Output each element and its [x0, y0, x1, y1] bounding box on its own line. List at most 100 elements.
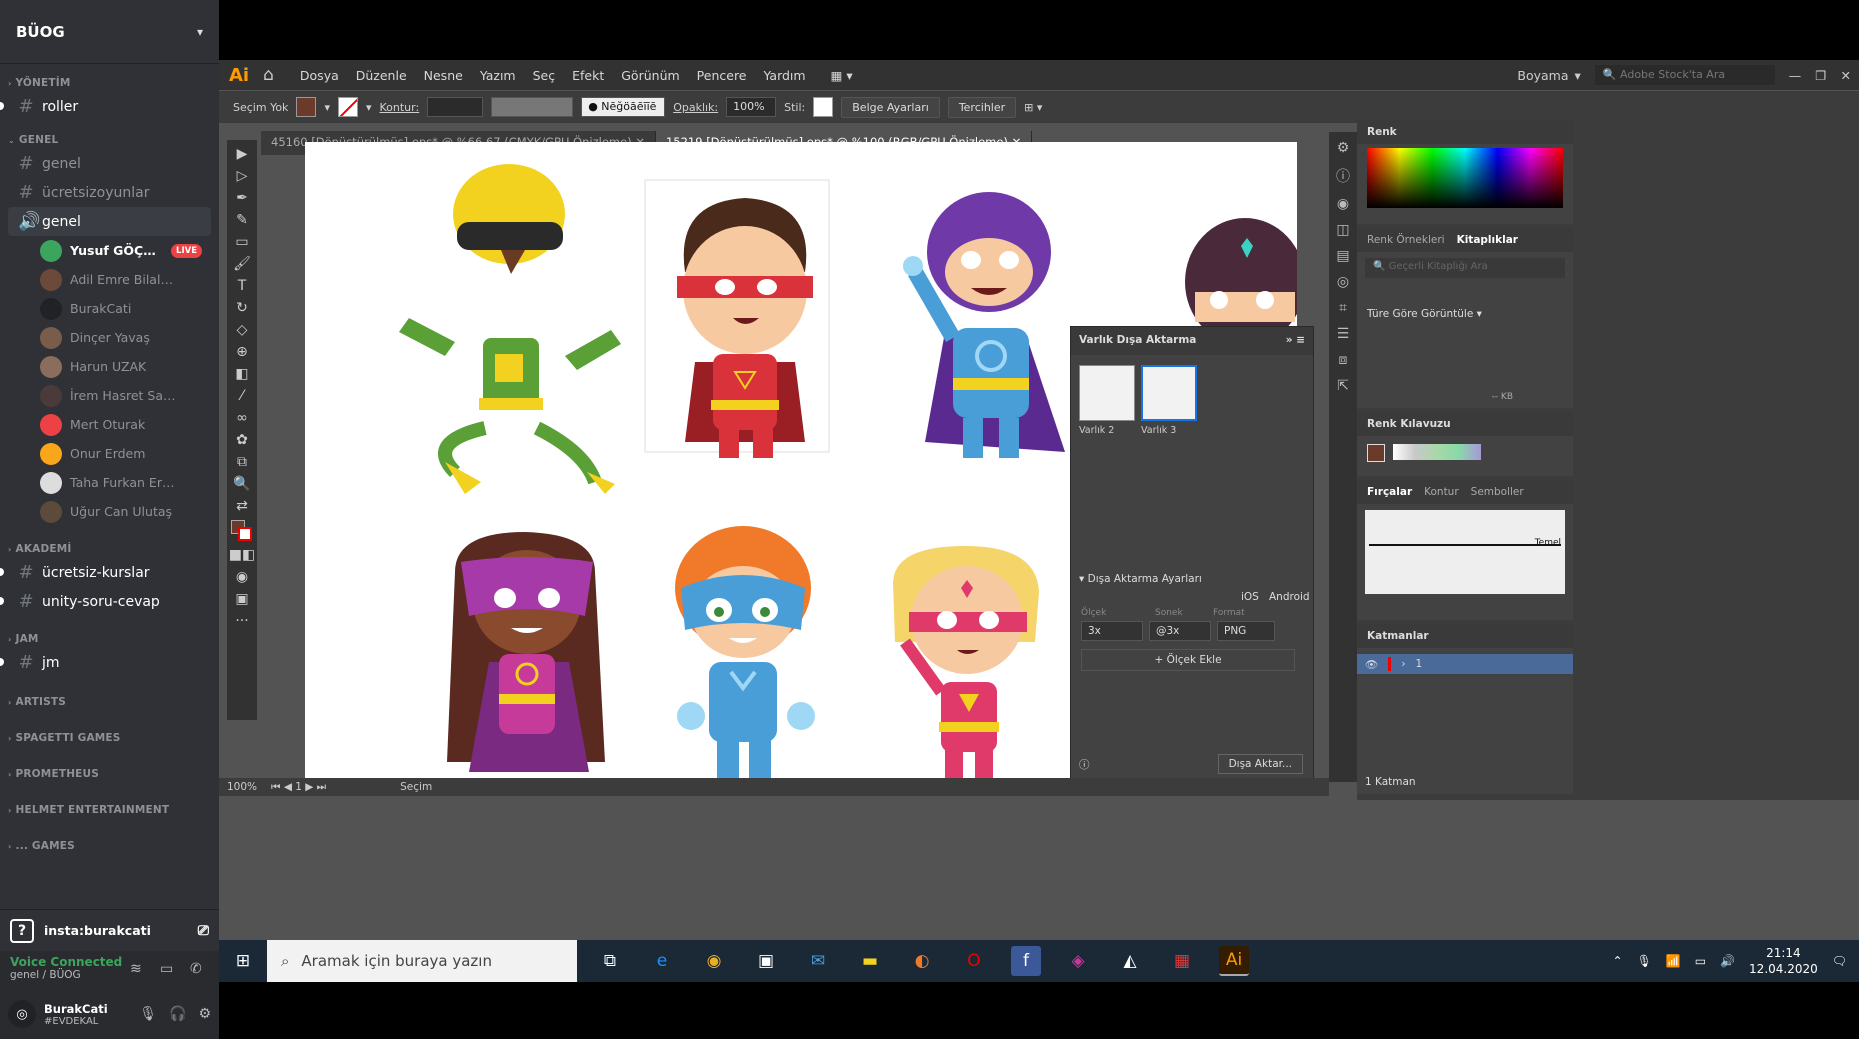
channel-ucretsizoyunlar[interactable]: # ücretsizoyunlar [8, 178, 211, 207]
info-icon[interactable]: ⓘ [1336, 166, 1350, 186]
pathfinder-icon[interactable]: ⧈ [1339, 352, 1348, 368]
eyedropper-tool-icon[interactable]: ⁄ [241, 388, 243, 405]
screen-share-icon[interactable]: ⎚ [198, 923, 209, 939]
rotate-tool-icon[interactable]: ↻ [236, 300, 248, 317]
direct-selection-tool-icon[interactable]: ▷ [237, 168, 248, 185]
scale-select[interactable]: 3x [1081, 621, 1143, 641]
type-tool-icon[interactable]: T [238, 278, 247, 295]
variable-width-field[interactable] [491, 97, 574, 117]
draw-mode-icon[interactable]: ◉ [236, 569, 248, 586]
stroke-weight-field[interactable] [427, 97, 484, 117]
zoom-level[interactable]: 100% [227, 781, 257, 793]
discord-icon[interactable]: ◈ [1063, 946, 1093, 976]
curvature-tool-icon[interactable]: ✎ [236, 212, 248, 229]
taskbar-search-input[interactable]: ⌕ Aramak için buraya yazın [267, 940, 577, 982]
color-mode-icon[interactable]: ■◧ [229, 547, 255, 564]
appearance-icon[interactable]: ◎ [1337, 274, 1349, 290]
page-navigator[interactable]: ⏮ ◀ 1 ▶ ⏭ [271, 781, 326, 794]
brush-library[interactable]: Temel [1365, 510, 1565, 594]
add-scale-button[interactable]: + Ölçek Ekle [1081, 649, 1295, 671]
asset-thumbnail-selected[interactable] [1141, 365, 1197, 421]
restore-icon[interactable]: ❐ [1815, 68, 1826, 83]
tab-stroke[interactable]: Kontur [1424, 486, 1459, 498]
category-yonetim[interactable]: › YÖNETİM [0, 74, 219, 92]
swap-colors-icon[interactable]: ⇄ [236, 498, 248, 515]
color-spectrum[interactable] [1367, 148, 1563, 208]
voice-user[interactable]: Onur Erdem [40, 439, 210, 468]
blender-icon[interactable]: ◐ [907, 946, 937, 976]
server-header[interactable]: BÜOG ▾ [0, 0, 219, 64]
store-icon[interactable]: ▣ [751, 946, 781, 976]
blend-tool-icon[interactable]: ∞ [236, 410, 248, 427]
hero-red-cape[interactable] [677, 198, 813, 458]
workspace-switcher[interactable]: Boyama ▾ [1517, 68, 1580, 83]
wifi-icon[interactable]: 📶 [1666, 954, 1681, 968]
base-color-swatch[interactable] [1367, 444, 1385, 462]
format-select[interactable]: PNG [1217, 621, 1275, 641]
illustrator-taskbar-icon[interactable]: Ai [1219, 946, 1249, 976]
screen-mode-icon[interactable]: ▣ [235, 591, 248, 608]
category-helmet-entertainment[interactable]: › HELMET ENTERTAINMENT [0, 801, 219, 819]
library-search-input[interactable]: 🔍 Geçerli Kitaplığı Ara [1365, 258, 1565, 278]
export-icon[interactable]: ⇱ [1337, 378, 1349, 394]
soundwave-icon[interactable]: ≋ [130, 961, 142, 977]
home-icon[interactable]: ⌂ [263, 65, 274, 85]
chevron-up-icon[interactable]: ⌃ [1613, 954, 1623, 968]
align-icon[interactable]: ☰ [1337, 326, 1350, 342]
paintbrush-tool-icon[interactable]: 🖌 [233, 256, 251, 273]
hero-purple-hood[interactable] [903, 192, 1065, 458]
chrome-icon[interactable]: ◉ [699, 946, 729, 976]
brush-field[interactable]: ● Nēğöāēīīē [581, 97, 666, 117]
battery-icon[interactable]: ▭ [1695, 954, 1706, 968]
pen-tool-icon[interactable]: ✒ [236, 190, 248, 207]
fill-stroke-icon[interactable] [231, 520, 253, 542]
preferences-button[interactable]: Tercihler [947, 96, 1017, 118]
zoom-tool-icon[interactable]: 🔍 [233, 476, 250, 493]
unity-icon[interactable]: ◭ [1115, 946, 1145, 976]
windows-start-icon[interactable]: ⊞ [219, 951, 267, 971]
stroke-label[interactable]: Kontur: [380, 101, 420, 114]
ios-button[interactable]: iOS [1241, 591, 1259, 603]
tab-symbols[interactable]: Semboller [1471, 486, 1524, 498]
file-explorer-icon[interactable]: ▬ [855, 946, 885, 976]
menu-item[interactable]: Seç [533, 68, 556, 83]
transform-icon[interactable]: ⌗ [1339, 300, 1347, 316]
opacity-label[interactable]: Opaklık: [673, 101, 718, 114]
voice-user[interactable]: BurakCati [40, 294, 210, 323]
arrange-icon[interactable]: ⊞ ▾ [1024, 101, 1042, 114]
menu-item[interactable]: Görünüm [621, 68, 679, 83]
hero-pink-mask-girl[interactable] [447, 532, 605, 772]
hero-blue-mask-girl[interactable] [675, 526, 815, 778]
document-settings-button[interactable]: Belge Ayarları [841, 96, 940, 118]
stroke-swatch[interactable] [337, 97, 358, 117]
channel-genel[interactable]: # genel [8, 149, 211, 178]
avatar[interactable]: ◎ [8, 1000, 36, 1028]
category-genel[interactable]: ⌄ GENEL [0, 131, 219, 149]
video-icon[interactable]: ▭ [160, 961, 173, 977]
asset-thumbnail[interactable] [1079, 365, 1135, 421]
style-swatch[interactable] [813, 97, 834, 117]
tab-libraries[interactable]: Kitaplıklar [1457, 234, 1518, 246]
properties-icon[interactable]: ⚙ [1337, 140, 1350, 156]
menu-item[interactable]: Düzenle [356, 68, 407, 83]
voice-channel-genel[interactable]: 🔊 genel [8, 207, 211, 236]
chevron-down-icon[interactable]: ▾ [366, 101, 372, 114]
channel-ucretsiz-kurslar[interactable]: # ücretsiz-kurslar [0, 558, 211, 587]
microphone-icon[interactable]: 🎙 [139, 1006, 157, 1022]
voice-user[interactable]: Yusuf GÖÇMEN LIVE [40, 236, 210, 265]
suffix-input[interactable]: @3x [1149, 621, 1211, 641]
hero-yellow-helmet[interactable] [399, 164, 621, 494]
more-tools-icon[interactable]: ··· [235, 613, 248, 630]
microphone-icon[interactable]: 🎙 [1637, 954, 1652, 968]
artboard-tool-icon[interactable]: ⧉ [237, 454, 247, 471]
category-akademi[interactable]: › AKADEMİ [0, 540, 219, 558]
menu-item[interactable]: Yazım [480, 68, 516, 83]
arrange-documents-icon[interactable]: ▦ ▾ [831, 68, 853, 83]
clock[interactable]: 21:14 12.04.2020 [1749, 945, 1818, 977]
fill-swatch[interactable] [296, 97, 317, 117]
tab-swatches[interactable]: Renk Örnekleri [1367, 234, 1445, 246]
category-jam[interactable]: › JAM [0, 630, 219, 648]
channel-jm[interactable]: # jm [0, 648, 211, 677]
close-icon[interactable]: ✕ [1841, 68, 1851, 83]
voice-user[interactable]: Taha Furkan Ertürk [40, 468, 210, 497]
